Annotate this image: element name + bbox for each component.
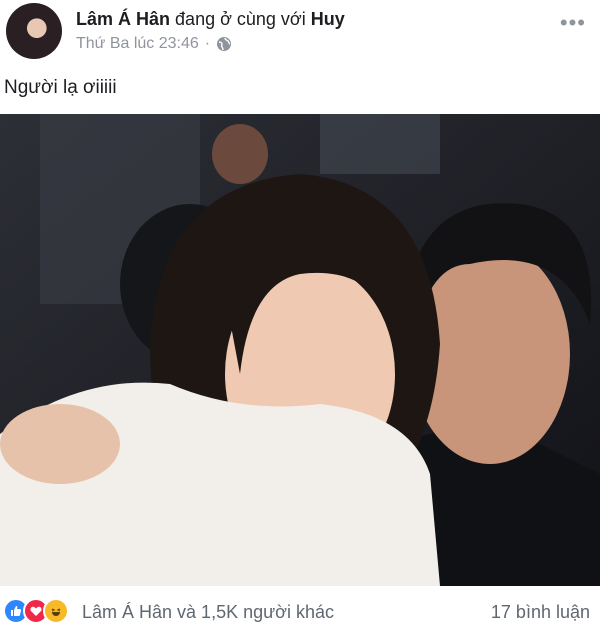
tagged-friend[interactable]: Huy	[311, 9, 345, 29]
activity-text: đang ở cùng với	[175, 9, 306, 29]
haha-icon	[43, 598, 69, 624]
more-options-button[interactable]: •••	[560, 10, 586, 36]
post-meta: Thứ Ba lúc 23:46 ·	[76, 35, 232, 53]
reactions-summary[interactable]: Lâm Á Hân và 1,5K người khác	[82, 602, 334, 623]
post-text: Người lạ ơiiiii	[4, 77, 117, 98]
avatar[interactable]	[6, 3, 62, 59]
meta-separator: ·	[204, 35, 211, 52]
globe-icon[interactable]	[216, 36, 232, 52]
comments-count[interactable]: 17 bình luận	[491, 602, 590, 623]
post-header: Lâm Á Hân đang ở cùng với Huy Thứ Ba lúc…	[0, 0, 600, 62]
post-author-line: Lâm Á Hân đang ở cùng với Huy	[76, 9, 345, 30]
timestamp[interactable]: Thứ Ba lúc 23:46	[76, 35, 199, 53]
reaction-icons[interactable]	[3, 598, 69, 624]
post-photo[interactable]	[0, 114, 600, 586]
post-footer: Lâm Á Hân và 1,5K người khác 17 bình luậ…	[0, 592, 600, 628]
author-name[interactable]: Lâm Á Hân	[76, 9, 170, 29]
